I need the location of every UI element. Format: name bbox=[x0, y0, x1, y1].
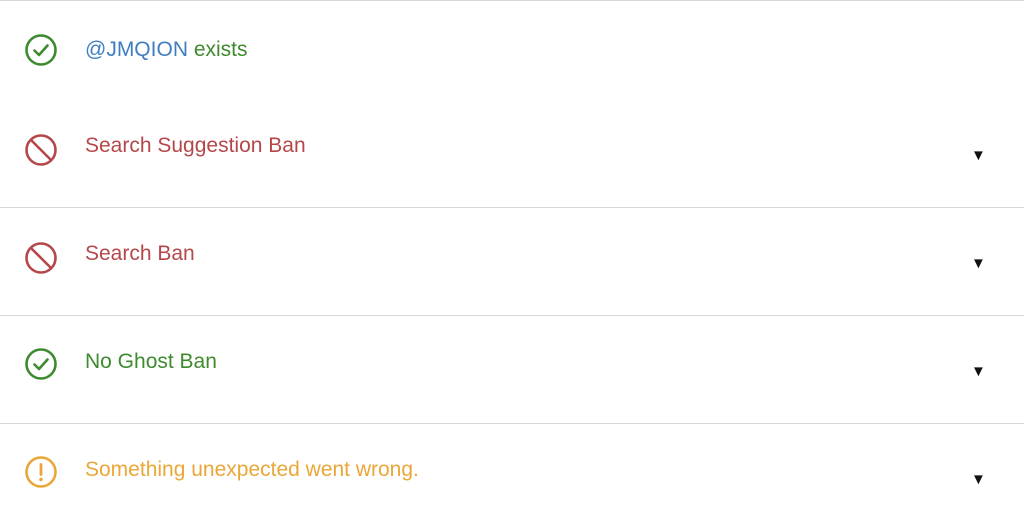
check-circle-icon bbox=[24, 347, 58, 381]
expand-caret-icon[interactable]: ▼ bbox=[971, 147, 986, 165]
shadowban-results-panel: @JMQION exists Search Suggestion Ban ▼ S… bbox=[0, 0, 1024, 521]
account-handle[interactable]: @JMQION bbox=[85, 38, 188, 61]
check-row-reply-deboosting[interactable]: Something unexpected went wrong. ▼ bbox=[0, 423, 1024, 521]
existence-label: @JMQION exists bbox=[85, 37, 248, 63]
expand-caret-icon[interactable]: ▼ bbox=[971, 471, 986, 489]
ban-icon bbox=[24, 241, 58, 275]
check-label: No Ghost Ban bbox=[85, 350, 217, 373]
check-row-ghost-ban[interactable]: No Ghost Ban ▼ bbox=[0, 315, 1024, 424]
check-row-search-suggestion-ban[interactable]: Search Suggestion Ban ▼ bbox=[0, 97, 1024, 208]
existence-row: @JMQION exists bbox=[0, 1, 1024, 97]
check-label: Search Suggestion Ban bbox=[85, 134, 306, 157]
check-label: Something unexpected went wrong. bbox=[85, 458, 419, 481]
check-circle-icon bbox=[24, 33, 58, 67]
exclamation-circle-icon bbox=[24, 455, 58, 489]
check-label: Search Ban bbox=[85, 242, 195, 265]
expand-caret-icon[interactable]: ▼ bbox=[971, 255, 986, 273]
ban-icon bbox=[24, 133, 58, 167]
existence-status: exists bbox=[193, 38, 248, 61]
check-row-search-ban[interactable]: Search Ban ▼ bbox=[0, 207, 1024, 316]
expand-caret-icon[interactable]: ▼ bbox=[971, 363, 986, 381]
